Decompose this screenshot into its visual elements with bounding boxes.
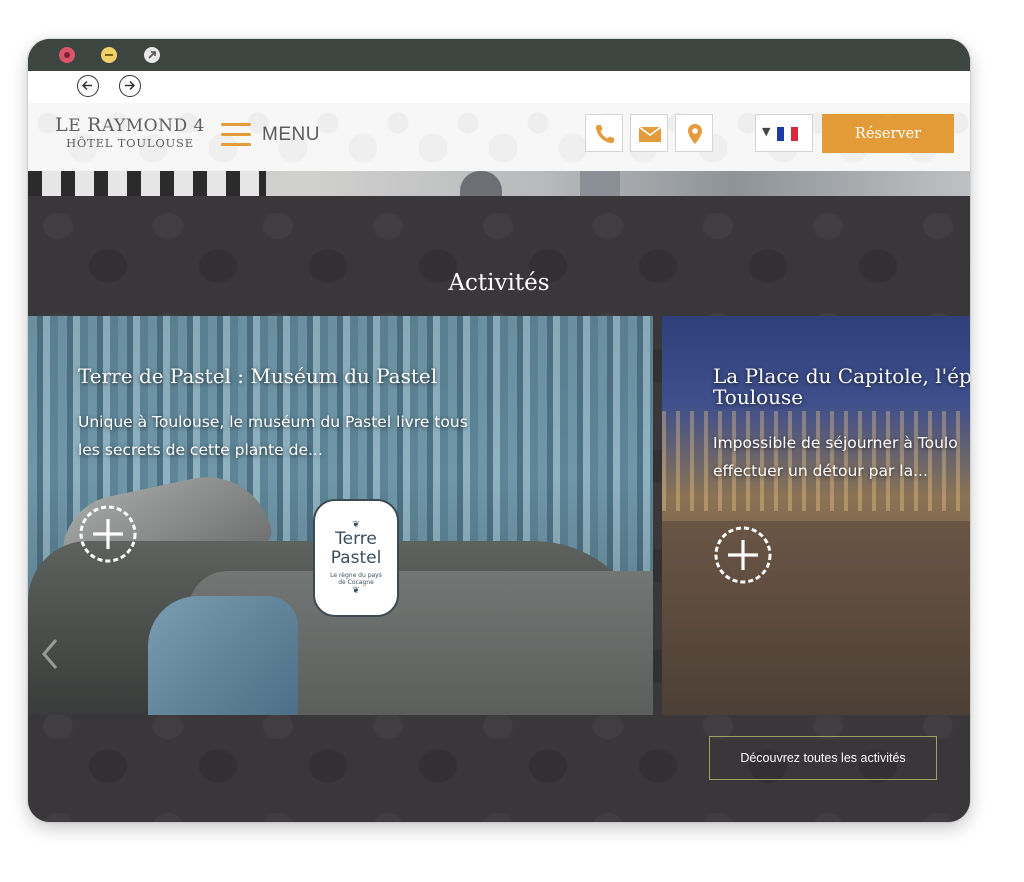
section-title: Activités [448, 270, 550, 296]
arrow-right-icon [125, 80, 136, 91]
hotel-logo[interactable]: LE RAYMOND 4 HÔTEL TOULOUSE [50, 115, 210, 150]
window-titlebar [28, 39, 970, 71]
forward-button[interactable] [119, 75, 141, 97]
card-title[interactable]: Terre de Pastel : Muséum du Pastel [78, 366, 437, 387]
activities-section: Activités ❦ Terre Pastel Le règne du pay… [28, 196, 970, 822]
location-button[interactable] [675, 114, 713, 152]
reserve-button[interactable]: Réserver [822, 114, 954, 153]
browser-nav-bar [28, 71, 970, 104]
activity-card-pastel[interactable]: ❦ Terre Pastel Le règne du pays de Cocag… [28, 316, 653, 715]
minimize-window-button[interactable] [101, 47, 117, 63]
chevron-left-icon[interactable] [36, 634, 64, 674]
hamburger-icon [221, 123, 251, 147]
caret-down-icon: ▼ [762, 125, 771, 138]
fullscreen-window-button[interactable] [144, 47, 160, 63]
hero-image-strip [28, 171, 970, 196]
activity-card-capitole[interactable]: La Place du Capitole, l'ép Toulouse Impo… [662, 316, 970, 715]
terre-pastel-logo: ❦ Terre Pastel Le règne du pays de Cocag… [313, 499, 399, 617]
phone-button[interactable] [585, 114, 623, 152]
language-selector[interactable]: ▼ [755, 114, 813, 152]
mail-icon [638, 126, 662, 142]
all-activities-button[interactable]: Découvrez toutes les activités [709, 736, 937, 780]
browser-window: LE RAYMOND 4 HÔTEL TOULOUSE MENU ▼ Réser… [28, 39, 970, 822]
plus-circle-icon[interactable] [78, 504, 138, 564]
back-button[interactable] [77, 75, 99, 97]
french-flag-icon [777, 127, 798, 141]
card-description: Impossible de séjourner à Toulo effectue… [713, 434, 958, 480]
logo-line-1: LE RAYMOND 4 [55, 114, 205, 136]
arrow-left-icon [81, 80, 92, 91]
card-description: Unique à Toulouse, le muséum du Pastel l… [78, 413, 468, 459]
location-pin-icon [688, 124, 702, 144]
card-title[interactable]: La Place du Capitole, l'ép Toulouse [713, 366, 970, 408]
close-window-button[interactable] [59, 47, 75, 63]
menu-label: MENU [262, 124, 320, 145]
site-header: LE RAYMOND 4 HÔTEL TOULOUSE MENU ▼ Réser… [28, 103, 970, 172]
plus-circle-icon[interactable] [713, 525, 773, 585]
logo-line-2: HÔTEL TOULOUSE [66, 136, 194, 150]
fullscreen-icon [148, 51, 156, 59]
email-button[interactable] [630, 114, 668, 152]
phone-icon [596, 125, 614, 143]
